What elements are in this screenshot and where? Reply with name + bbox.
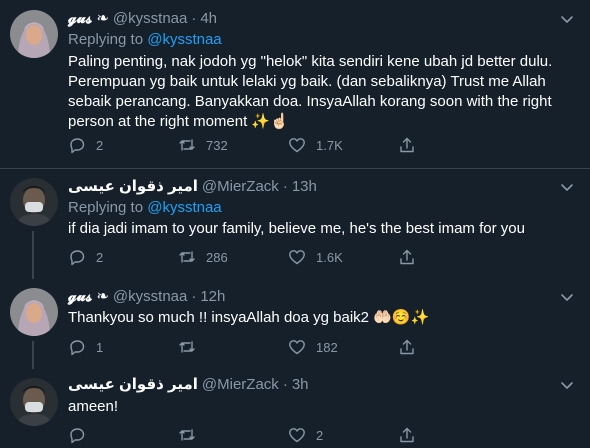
timestamp[interactable]: 13h (292, 177, 317, 197)
retweet-icon (179, 429, 195, 441)
reply-icon (70, 340, 85, 356)
retweet-button[interactable] (178, 337, 288, 357)
retweet-button[interactable]: 732 (178, 135, 288, 155)
replying-mention[interactable]: @kysstnaa (147, 31, 221, 48)
reply-count: 1 (96, 339, 104, 355)
retweet-icon (179, 341, 195, 353)
user-handle[interactable]: @MierZack (202, 177, 279, 197)
display-name[interactable]: امير ذقوان عيسى (68, 177, 198, 197)
avatar[interactable] (10, 10, 58, 58)
reply-button[interactable]: 1 (68, 337, 178, 357)
reply-button[interactable] (68, 425, 178, 445)
tweet-1[interactable]: 𝓰𝓾𝓼 ❧ @kysstnaa · 4h Replying to @kysstn… (0, 0, 590, 168)
retweet-button[interactable]: 286 (178, 247, 288, 267)
tweet-text: Paling penting, nak jodoh yg "helok" kit… (68, 53, 553, 130)
share-button[interactable] (398, 247, 508, 267)
chevron-down-icon[interactable] (558, 178, 576, 196)
share-button[interactable] (398, 337, 508, 357)
tweet-text: if dia jadi imam to your family, believe… (68, 220, 525, 237)
user-handle[interactable]: @MierZack (202, 375, 279, 395)
thread-line (32, 341, 34, 369)
retweet-count: 732 (206, 137, 228, 153)
like-button[interactable]: 2 (288, 425, 398, 445)
like-count: 182 (316, 339, 338, 355)
display-name[interactable]: 𝓰𝓾𝓼 ❧ (68, 9, 109, 29)
reply-icon (70, 428, 85, 444)
timestamp[interactable]: 4h (200, 9, 217, 29)
reply-count: 2 (96, 137, 104, 153)
display-name[interactable]: 𝓰𝓾𝓼 ❧ (68, 287, 109, 307)
user-handle[interactable]: @kysstnaa (113, 9, 187, 29)
tweet-3[interactable]: 𝓰𝓾𝓼 ❧ @kysstnaa · 12h Thankyou so much !… (0, 279, 590, 369)
heart-icon (289, 340, 305, 355)
chevron-down-icon[interactable] (558, 288, 576, 306)
timestamp[interactable]: 3h (292, 375, 309, 395)
replying-prefix: Replying to (68, 199, 144, 216)
avatar[interactable] (10, 378, 58, 426)
like-button[interactable]: 1.6K (288, 247, 398, 267)
chevron-down-icon[interactable] (558, 376, 576, 394)
separator-dot: · (191, 10, 197, 27)
thread-line (32, 231, 34, 279)
display-name[interactable]: امير ذقوان عيسى (68, 375, 198, 395)
reply-count: 2 (96, 249, 104, 265)
heart-icon (289, 250, 305, 265)
separator-dot: · (282, 376, 288, 393)
like-count: 1.7K (316, 137, 343, 153)
replying-mention[interactable]: @kysstnaa (147, 199, 221, 216)
tweet-2[interactable]: امير ذقوان عيسى @MierZack · 13h Replying… (0, 169, 590, 279)
share-icon (400, 249, 414, 265)
separator-dot: · (191, 288, 197, 305)
share-button[interactable] (398, 425, 508, 445)
chevron-down-icon[interactable] (558, 10, 576, 28)
tweet-actions: 2 286 1.6K (68, 247, 508, 267)
separator-dot: · (282, 178, 288, 195)
like-button[interactable]: 182 (288, 337, 398, 357)
user-handle[interactable]: @kysstnaa (113, 287, 187, 307)
replying-to: Replying to @kysstnaa (68, 198, 222, 218)
tweet-text: Thankyou so much !! insyaAllah doa yg ba… (68, 309, 430, 326)
replying-prefix: Replying to (68, 31, 144, 48)
timestamp[interactable]: 12h (200, 287, 225, 307)
retweet-count: 286 (206, 249, 228, 265)
share-icon (400, 427, 414, 443)
tweet-actions: 2 (68, 425, 508, 445)
heart-icon (289, 428, 305, 443)
avatar[interactable] (10, 178, 58, 226)
heart-icon (289, 138, 305, 153)
like-count: 1.6K (316, 249, 343, 265)
reply-icon (70, 250, 85, 266)
tweet-4[interactable]: امير ذقوان عيسى @MierZack · 3h ameen! 2 (0, 369, 590, 448)
retweet-icon (179, 139, 195, 151)
share-button[interactable] (398, 135, 508, 155)
share-icon (400, 137, 414, 153)
tweet-text: ameen! (68, 398, 119, 415)
like-button[interactable]: 1.7K (288, 135, 398, 155)
retweet-button[interactable] (178, 425, 288, 445)
share-icon (400, 339, 414, 355)
like-count: 2 (316, 427, 324, 443)
retweet-icon (179, 251, 195, 263)
reply-button[interactable]: 2 (68, 247, 178, 267)
tweet-actions: 2 732 1.7K (68, 135, 508, 155)
tweet-actions: 1 182 (68, 337, 508, 357)
reply-icon (70, 138, 85, 154)
replying-to: Replying to @kysstnaa (68, 30, 222, 50)
reply-button[interactable]: 2 (68, 135, 178, 155)
avatar[interactable] (10, 288, 58, 336)
